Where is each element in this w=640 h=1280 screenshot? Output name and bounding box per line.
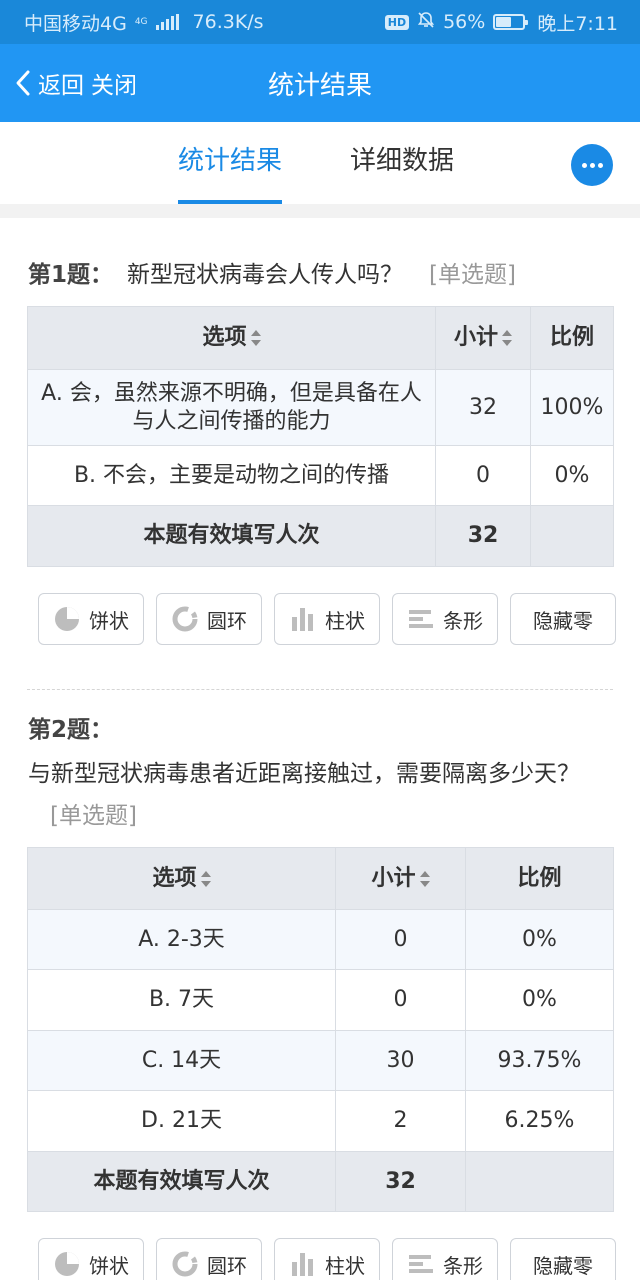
header-option[interactable]: 选项 [27,847,336,910]
question-2-chart-buttons: 饼状 圆环 柱状 条形 隐藏零 [38,1238,616,1280]
header-ratio: 比例 [530,306,614,370]
option-cell: B. 7天 [27,969,336,1031]
pie-chart-button[interactable]: 饼状 [38,593,144,645]
total-count: 32 [435,505,531,567]
bar-chart-icon [409,1255,433,1273]
ratio-cell: 93.75% [465,1030,614,1091]
close-label: 关闭 [91,73,137,99]
tab-detail[interactable]: 详细数据 [350,140,454,204]
question-1-type: [单选题] [429,262,516,288]
question-2-text: 与新型冠状病毒患者近距离接触过，需要隔离多少天？ [28,761,580,787]
net-speed: 76.3K/s [192,11,264,33]
question-divider [27,689,613,690]
header-subtotal[interactable]: 小计 [335,847,466,910]
table-row: A. 2-3天 0 0% [27,909,614,970]
close-button[interactable]: 关闭 [91,44,137,122]
count-cell: 0 [335,909,466,970]
table-row: B. 不会，主要是动物之间的传播 0 0% [27,445,614,506]
question-2-type: [单选题] [50,803,137,829]
ratio-cell: 0% [465,969,614,1031]
bar-chart-button[interactable]: 条形 [392,593,498,645]
question-1-table: 选项 小计 比例 A. 会，虽然来源不明确，但是具备在人与人之间传播的能力 32… [27,306,614,567]
sort-icon[interactable] [419,870,430,887]
count-cell: 0 [435,445,531,506]
ring-chart-icon [172,606,198,632]
back-button[interactable]: 返回 [8,44,84,122]
option-cell: A. 2-3天 [27,909,336,970]
option-cell: A. 会，虽然来源不明确，但是具备在人与人之间传播的能力 [27,369,436,446]
question-2-number: 第2题： [28,717,114,743]
header-subtotal[interactable]: 小计 [435,306,531,370]
header-option[interactable]: 选项 [27,306,436,370]
status-bar: 中国移动4G 4G 76.3K/s HD 56% 晚上7:11 [0,0,640,44]
battery-icon [493,14,529,30]
option-cell: C. 14天 [27,1030,336,1091]
back-label: 返回 [38,73,84,99]
pie-chart-button[interactable]: 饼状 [38,1238,144,1280]
table-row: A. 会，虽然来源不明确，但是具备在人与人之间传播的能力 32 100% [27,369,614,446]
column-chart-icon [292,608,313,631]
lte-icon: 4G [134,16,148,27]
table-row: C. 14天 30 93.75% [27,1030,614,1091]
ring-chart-button[interactable]: 圆环 [156,1238,262,1280]
total-count: 32 [335,1151,466,1212]
bar-chart-icon [409,610,433,628]
hide-zero-button[interactable]: 隐藏零 [510,593,616,645]
chevron-left-icon [8,63,38,103]
ratio-cell: 0% [530,445,614,506]
more-dots-icon [581,162,587,168]
hide-zero-button[interactable]: 隐藏零 [510,1238,616,1280]
table-row: B. 7天 0 0% [27,969,614,1031]
ratio-cell: 6.25% [465,1090,614,1152]
bar-chart-button[interactable]: 条形 [392,1238,498,1280]
ratio-cell: 0% [465,909,614,970]
question-2-table: 选项 小计 比例 A. 2-3天 0 0% B. 7天 0 0% C. 14天 … [27,847,614,1212]
total-label: 本题有效填写人次 [27,1151,336,1212]
count-cell: 2 [335,1090,466,1152]
battery-percent: 56% [443,11,486,33]
tab-bar: 统计结果 详细数据 [0,122,640,204]
sort-icon[interactable] [502,330,512,346]
option-cell: D. 21天 [27,1090,336,1152]
column-chart-button[interactable]: 柱状 [274,593,380,645]
question-1-number: 第1题： [28,262,114,288]
total-label: 本题有效填写人次 [27,505,436,567]
ring-chart-icon [172,1251,198,1277]
pie-chart-icon [55,607,79,631]
signal-icon [155,14,179,30]
ring-chart-button[interactable]: 圆环 [156,593,262,645]
column-chart-button[interactable]: 柱状 [274,1238,380,1280]
ratio-cell: 100% [530,369,614,446]
question-1-text: 新型冠状病毒会人传人吗？ [127,262,404,288]
pie-chart-icon [55,1252,79,1276]
count-cell: 0 [335,969,466,1031]
header-ratio: 比例 [465,847,614,910]
tab-stats[interactable]: 统计结果 [178,140,283,204]
mute-bell-icon [417,11,435,34]
clock: 晚上7:11 [537,12,618,35]
option-cell: B. 不会，主要是动物之间的传播 [27,445,436,506]
question-2-title: 与新型冠状病毒患者近距离接触过，需要隔离多少天？ [单选题] [28,753,618,837]
question-1-title: 第1题： 新型冠状病毒会人传人吗？ [单选题] [28,254,608,296]
count-cell: 30 [335,1030,466,1091]
question-1-chart-buttons: 饼状 圆环 柱状 条形 隐藏零 [38,593,616,645]
carrier-label: 中国移动4G [24,12,127,35]
more-button[interactable] [571,144,613,186]
section-separator [0,204,640,218]
sort-icon[interactable] [250,330,261,346]
nav-bar: 返回 关闭 统计结果 [0,44,640,122]
count-cell: 32 [435,369,531,446]
hd-icon: HD [384,14,410,30]
table-row: D. 21天 2 6.25% [27,1090,614,1152]
column-chart-icon [292,1253,313,1276]
sort-icon[interactable] [200,870,211,887]
